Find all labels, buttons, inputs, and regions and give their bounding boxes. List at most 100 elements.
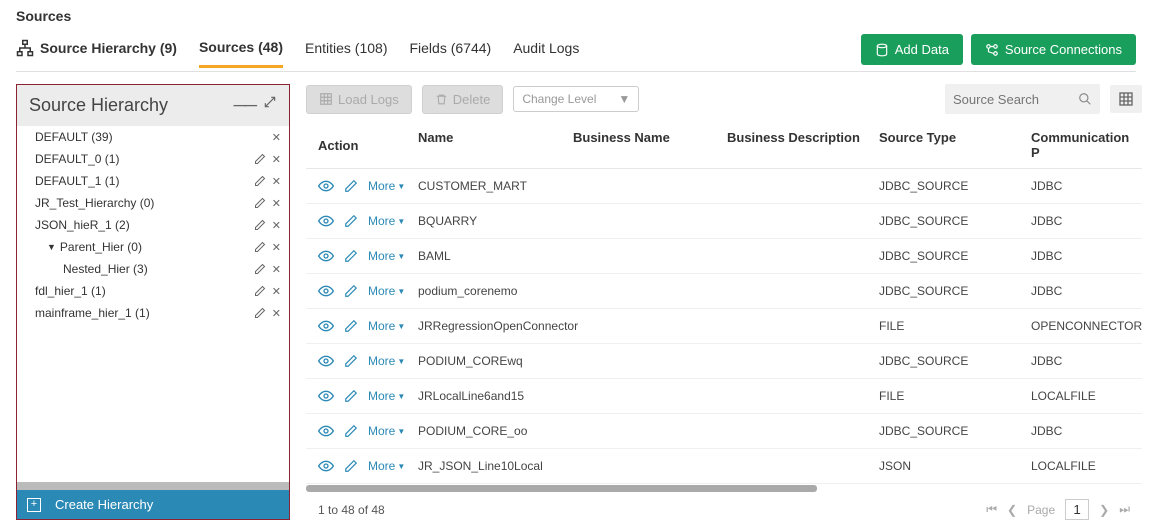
tree-item[interactable]: JSON_hieR_1 (2)✕ [17,214,289,236]
grid-view-toggle[interactable] [1110,85,1142,113]
cell-comm-protocol: JDBC [1031,249,1131,263]
edit-icon[interactable] [344,179,358,193]
edit-icon[interactable] [254,153,266,166]
table-row: More▼JRLocalLine6and15FILELOCALFILE [306,379,1142,414]
tree-item[interactable]: DEFAULT_1 (1)✕ [17,170,289,192]
edit-icon[interactable] [344,319,358,333]
cell-comm-protocol: JDBC [1031,214,1131,228]
more-dropdown[interactable]: More▼ [368,249,405,263]
close-icon[interactable]: ✕ [272,285,281,298]
view-icon[interactable] [318,248,334,264]
edit-icon[interactable] [344,389,358,403]
cell-source-type: JDBC_SOURCE [879,284,1031,298]
tree-item[interactable]: Nested_Hier (3)✕ [17,258,289,280]
add-data-button[interactable]: Add Data [861,34,963,65]
col-business-name: Business Name [573,130,727,160]
cell-name: BAML [418,249,573,263]
search-icon[interactable] [1078,92,1092,106]
more-dropdown[interactable]: More▼ [368,214,405,228]
close-icon[interactable]: ✕ [272,219,281,232]
more-dropdown[interactable]: More▼ [368,354,405,368]
more-dropdown[interactable]: More▼ [368,459,405,473]
paginator: ⏮ ❮ Page ❯ ⏭ [986,499,1130,520]
tab-sources[interactable]: Sources (48) [199,39,283,68]
tree-item[interactable]: DEFAULT_0 (1) ✕ [17,148,289,170]
create-hierarchy-button[interactable]: + Create Hierarchy [17,490,289,519]
edit-icon[interactable] [344,249,358,263]
close-icon[interactable]: ✕ [272,307,281,320]
view-icon[interactable] [318,458,334,474]
delete-button[interactable]: Delete [422,85,504,114]
tree-item[interactable]: mainframe_hier_1 (1)✕ [17,302,289,324]
minimize-icon[interactable]: ── [233,95,255,116]
close-icon[interactable]: ✕ [272,153,281,166]
cell-name: PODIUM_COREwq [418,354,573,368]
hierarchy-tree: DEFAULT (39)✕DEFAULT_0 (1)✕DEFAULT_1 (1)… [17,126,289,490]
tree-item[interactable]: ▼Parent_Hier (0)✕ [17,236,289,258]
col-source-type: Source Type [879,130,1031,160]
tab-source-hierarchy[interactable]: Source Hierarchy (9) [16,39,177,67]
edit-icon[interactable] [254,285,266,298]
tree-item[interactable]: fdl_hier_1 (1)✕ [17,280,289,302]
next-page-icon[interactable]: ❯ [1099,503,1109,517]
close-icon[interactable]: ✕ [272,241,281,254]
close-icon[interactable]: ✕ [272,131,281,144]
table-row: More▼CUSTOMER_MARTJDBC_SOURCEJDBC [306,169,1142,204]
edit-icon[interactable] [254,197,266,210]
view-icon[interactable] [318,388,334,404]
tree-item[interactable]: JR_Test_Hierarchy (0)✕ [17,192,289,214]
more-dropdown[interactable]: More▼ [368,284,405,298]
close-icon[interactable]: ✕ [272,197,281,210]
edit-icon[interactable] [254,263,266,276]
edit-icon[interactable] [254,307,266,320]
tab-entities[interactable]: Entities (108) [305,40,387,66]
prev-page-icon[interactable]: ❮ [1007,503,1017,517]
tab-audit-logs[interactable]: Audit Logs [513,40,579,66]
view-icon[interactable] [318,283,334,299]
page-input[interactable] [1065,499,1089,520]
close-icon[interactable]: ✕ [272,263,281,276]
cell-comm-protocol: JDBC [1031,284,1131,298]
view-icon[interactable] [318,318,334,334]
edit-icon[interactable] [254,219,266,232]
expand-icon[interactable] [263,95,277,116]
edit-icon[interactable] [344,424,358,438]
edit-icon[interactable] [254,241,266,254]
more-dropdown[interactable]: More▼ [368,389,405,403]
edit-icon[interactable] [344,284,358,298]
edit-icon[interactable] [344,459,358,473]
caret-down-icon[interactable]: ▼ [47,242,56,252]
cell-comm-protocol: OPENCONNECTOR [1031,319,1131,333]
close-icon[interactable]: ✕ [272,175,281,188]
tree-item[interactable]: DEFAULT (39)✕ [17,126,289,148]
caret-down-icon: ▼ [397,357,405,366]
first-page-icon[interactable]: ⏮ [986,502,997,517]
database-icon [875,43,889,57]
search-box[interactable] [945,84,1100,114]
view-icon[interactable] [318,178,334,194]
cell-name: PODIUM_CORE_oo [418,424,573,438]
more-dropdown[interactable]: More▼ [368,319,405,333]
view-icon[interactable] [318,353,334,369]
tree-item-label: DEFAULT_0 (1) [35,152,119,166]
cell-source-type: FILE [879,389,1031,403]
more-dropdown[interactable]: More▼ [368,179,405,193]
last-page-icon[interactable]: ⏭ [1119,502,1130,517]
edit-icon[interactable] [344,214,358,228]
load-logs-button[interactable]: Load Logs [306,85,412,114]
tab-fields[interactable]: Fields (6744) [409,40,491,66]
caret-down-icon: ▼ [397,392,405,401]
edit-icon[interactable] [344,354,358,368]
cell-source-type: JSON [879,459,1031,473]
view-icon[interactable] [318,213,334,229]
edit-icon[interactable] [254,175,266,188]
search-input[interactable] [953,92,1078,107]
view-icon[interactable] [318,423,334,439]
more-dropdown[interactable]: More▼ [368,424,405,438]
source-connections-button[interactable]: Source Connections [971,34,1136,65]
col-business-description: Business Description [727,130,879,160]
connections-icon [985,43,999,57]
change-level-select[interactable]: Change Level ▼ [513,86,639,112]
table-row: More▼podium_corenemoJDBC_SOURCEJDBC [306,274,1142,309]
horizontal-scrollbar[interactable] [306,485,817,492]
